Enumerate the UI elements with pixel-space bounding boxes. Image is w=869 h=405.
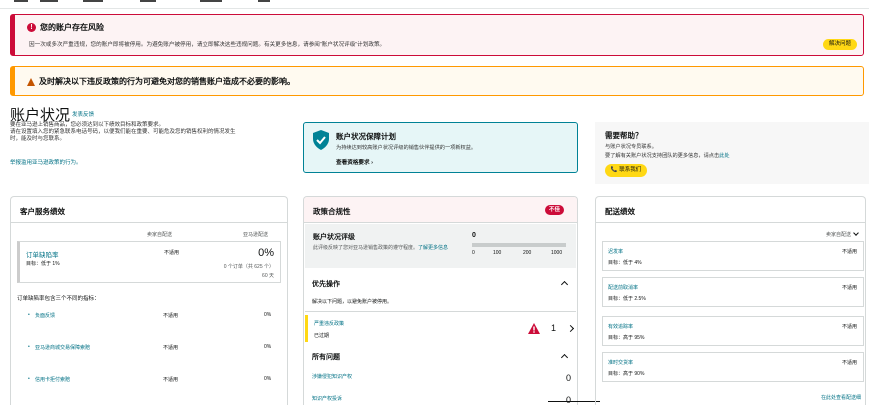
policy-compliance-panel: 政策合规性 不佳 账户状况评级 此评级反映了您对亚马逊销售政策的遵守程度。了解更… bbox=[303, 196, 578, 405]
gauge-tick-100: 100 bbox=[493, 250, 502, 256]
feedback-link[interactable]: 发表反馈 bbox=[72, 110, 94, 118]
help-line-1: 与账户状况专员联系。 bbox=[605, 144, 657, 150]
ip-suspected-link[interactable]: 涉嫌侵犯知识产权 bbox=[312, 373, 352, 380]
severe-violation-row[interactable]: 严重违反政策 已过期 1 bbox=[305, 315, 576, 342]
ip-suspected-count: 0 bbox=[565, 373, 571, 383]
severe-violation-link[interactable]: 严重违反政策 bbox=[314, 320, 344, 327]
assurance-description: 为持续达到较高账户状况评级的销售伙伴提供的一项新权益。 bbox=[336, 145, 477, 151]
report-abuse-link[interactable]: 举报滥用亚马逊政策的行为。 bbox=[10, 158, 82, 166]
phone-icon: 📞 bbox=[610, 167, 618, 173]
late-shipment-value: 不适用 bbox=[841, 249, 857, 255]
valid-tracking-row: 有效追踪率 目标：高于 95% 不适用 bbox=[602, 316, 864, 346]
customer-service-title: 客户服务绩效 bbox=[20, 207, 65, 216]
chevron-right-icon[interactable] bbox=[566, 324, 575, 333]
collapse-icon[interactable] bbox=[560, 353, 569, 362]
valid-tracking-value: 不适用 bbox=[841, 324, 857, 330]
a-to-z-claims-seller: 不适用 bbox=[163, 345, 179, 351]
warning-icon bbox=[27, 77, 35, 86]
shipping-performance-title: 配送绩效 bbox=[605, 207, 635, 216]
customer-service-panel: 客户服务绩效 卖家自配送 亚马逊配送 订单缺陷率 目标：低于 1% 不适用 0%… bbox=[10, 196, 288, 405]
cancel-rate-row: 配送前取消率 目标：低于 2.5% 不适用 bbox=[602, 277, 864, 307]
negative-feedback-amazon: 0% bbox=[264, 312, 272, 318]
help-card: 需要帮助？ 与账户状况专员联系。 要了解有关账户状况支持团队的更多信息，请点击此… bbox=[595, 122, 869, 184]
cancel-rate-target: 目标：低于 2.5% bbox=[608, 296, 646, 302]
negative-feedback-seller: 不适用 bbox=[163, 313, 179, 319]
ahr-gauge bbox=[472, 243, 566, 247]
col-seller-fulfilled: 卖家自配送 bbox=[147, 232, 173, 238]
contact-us-button[interactable]: 📞 联系我们 bbox=[605, 164, 647, 177]
odr-target: 目标：低于 1% bbox=[26, 261, 60, 267]
top-navigation bbox=[0, 0, 869, 9]
odr-label[interactable]: 订单缺陷率 bbox=[26, 249, 59, 259]
a-to-z-claims-amazon: 0% bbox=[264, 344, 272, 350]
view-shipping-details-link[interactable]: 在此处查看配送细 bbox=[821, 394, 861, 401]
learn-more-link[interactable]: 了解更多信息 bbox=[418, 245, 448, 251]
ahr-value: 0 bbox=[472, 232, 476, 239]
page-description: 要在亚马逊上销售商品，您必须达到以下绩效目标和政策要求。 请在设置填入您的紧急联… bbox=[10, 122, 236, 142]
valid-tracking-target: 目标：高于 95% bbox=[608, 335, 645, 341]
severe-violation-count: 1 bbox=[551, 323, 557, 333]
ahr-section: 账户状况评级 此评级反映了您对亚马逊销售政策的遵守程度。了解更多信息 0 0 1… bbox=[305, 224, 576, 268]
odr-row: 订单缺陷率 目标：低于 1% 不适用 0% 0 个订单（共 625 个） 60 … bbox=[17, 241, 281, 283]
priority-actions-title: 优先操作 bbox=[312, 281, 340, 288]
shipping-performance-panel: 配送绩效 卖家自配送 迟发率 目标：低于 4% 不适用 配送前取消率 目标：低于… bbox=[595, 196, 866, 405]
col-seller-fulfilled-select[interactable]: 卖家自配送 bbox=[826, 231, 851, 238]
resolve-issues-button[interactable]: 解决问题 bbox=[822, 39, 857, 50]
gauge-tick-0: 0 bbox=[472, 250, 475, 256]
chevron-down-icon[interactable] bbox=[853, 230, 859, 236]
help-here-link[interactable]: 此处 bbox=[719, 153, 729, 159]
divider bbox=[548, 401, 600, 402]
policy-warning-alert: 及时解决以下违反政策的行为可避免对您的销售账户造成不必要的影响。 bbox=[10, 66, 864, 96]
col-amazon-fulfilled: 亚马逊配送 bbox=[243, 232, 269, 238]
on-time-delivery-link[interactable]: 准时交货率 bbox=[608, 359, 633, 366]
account-risk-alert: ! 您的账户存在风险 因一次或多次严重违规，您的账户即将被停用。为避免账户被停用… bbox=[10, 14, 864, 56]
gauge-tick-200: 200 bbox=[523, 250, 532, 256]
ahr-description: 此评级反映了您对亚马逊销售政策的遵守程度。了解更多信息 bbox=[313, 245, 449, 251]
ip-complaints-link[interactable]: 知识产权投诉 bbox=[312, 395, 342, 402]
odr-amazon-value: 0% bbox=[258, 247, 274, 259]
chargeback-claims-seller: 不适用 bbox=[163, 377, 179, 383]
all-issues-title: 所有问题 bbox=[312, 354, 340, 361]
help-title: 需要帮助？ bbox=[605, 131, 643, 140]
ip-complaints-count: 0 bbox=[565, 395, 571, 405]
risk-alert-title: ! 您的账户存在风险 bbox=[27, 22, 104, 33]
chargeback-claims-link[interactable]: 信用卡拒付索赔 bbox=[28, 376, 70, 383]
policy-compliance-title: 政策合规性 bbox=[313, 207, 351, 216]
severe-violation-status: 已过期 bbox=[314, 333, 330, 339]
late-shipment-row: 迟发率 目标：低于 4% 不适用 bbox=[602, 241, 864, 271]
warning-alert-title: 及时解决以下违反政策的行为可避免对您的销售账户造成不必要的影响。 bbox=[39, 77, 295, 86]
late-shipment-link[interactable]: 迟发率 bbox=[608, 248, 623, 255]
on-time-delivery-target: 目标：高于 90% bbox=[608, 371, 645, 377]
ahr-title: 账户状况评级 bbox=[313, 234, 355, 241]
status-badge: 不佳 bbox=[544, 205, 564, 215]
odr-days: 60 天 bbox=[262, 273, 274, 279]
odr-orders: 0 个订单（共 625 个） bbox=[223, 264, 274, 270]
odr-seller-value: 不适用 bbox=[164, 250, 180, 256]
collapse-icon[interactable] bbox=[560, 280, 569, 289]
help-line-2: 要了解有关账户状况支持团队的更多信息，请点击此处 bbox=[605, 153, 730, 159]
cancel-rate-link[interactable]: 配送前取消率 bbox=[608, 284, 638, 291]
on-time-delivery-value: 不适用 bbox=[841, 360, 857, 366]
error-icon: ! bbox=[27, 23, 36, 32]
negative-feedback-link[interactable]: 负面反馈 bbox=[28, 312, 55, 319]
gauge-tick-1000: 1000 bbox=[551, 250, 563, 256]
cancel-rate-value: 不适用 bbox=[841, 285, 857, 291]
valid-tracking-link[interactable]: 有效追踪率 bbox=[608, 323, 633, 330]
late-shipment-target: 目标：低于 4% bbox=[608, 260, 642, 266]
eligibility-link[interactable]: 查看资格要求 › bbox=[336, 158, 373, 166]
assurance-title: 账户状况保障计划 bbox=[336, 132, 396, 141]
alert-triangle-icon bbox=[528, 323, 540, 334]
on-time-delivery-row: 准时交货率 目标：高于 90% 不适用 bbox=[602, 352, 864, 382]
priority-actions-desc: 解决以下问题，以避免账户被停用。 bbox=[312, 299, 393, 305]
metrics-intro: 订单缺陷率包含三个不同的指标： bbox=[17, 296, 100, 302]
shield-check-icon bbox=[313, 130, 329, 150]
assurance-program-card: 账户状况保障计划 为持续达到较高账户状况评级的销售伙伴提供的一项新权益。 查看资… bbox=[303, 122, 578, 173]
chargeback-claims-amazon: 0% bbox=[264, 376, 272, 382]
a-to-z-claims-link[interactable]: 亚马逊商城交易保障索赔 bbox=[28, 344, 90, 351]
risk-alert-body: 因一次或多次严重违规，您的账户即将被停用。为避免账户被停用，请立即解决这些违规问… bbox=[29, 42, 386, 48]
